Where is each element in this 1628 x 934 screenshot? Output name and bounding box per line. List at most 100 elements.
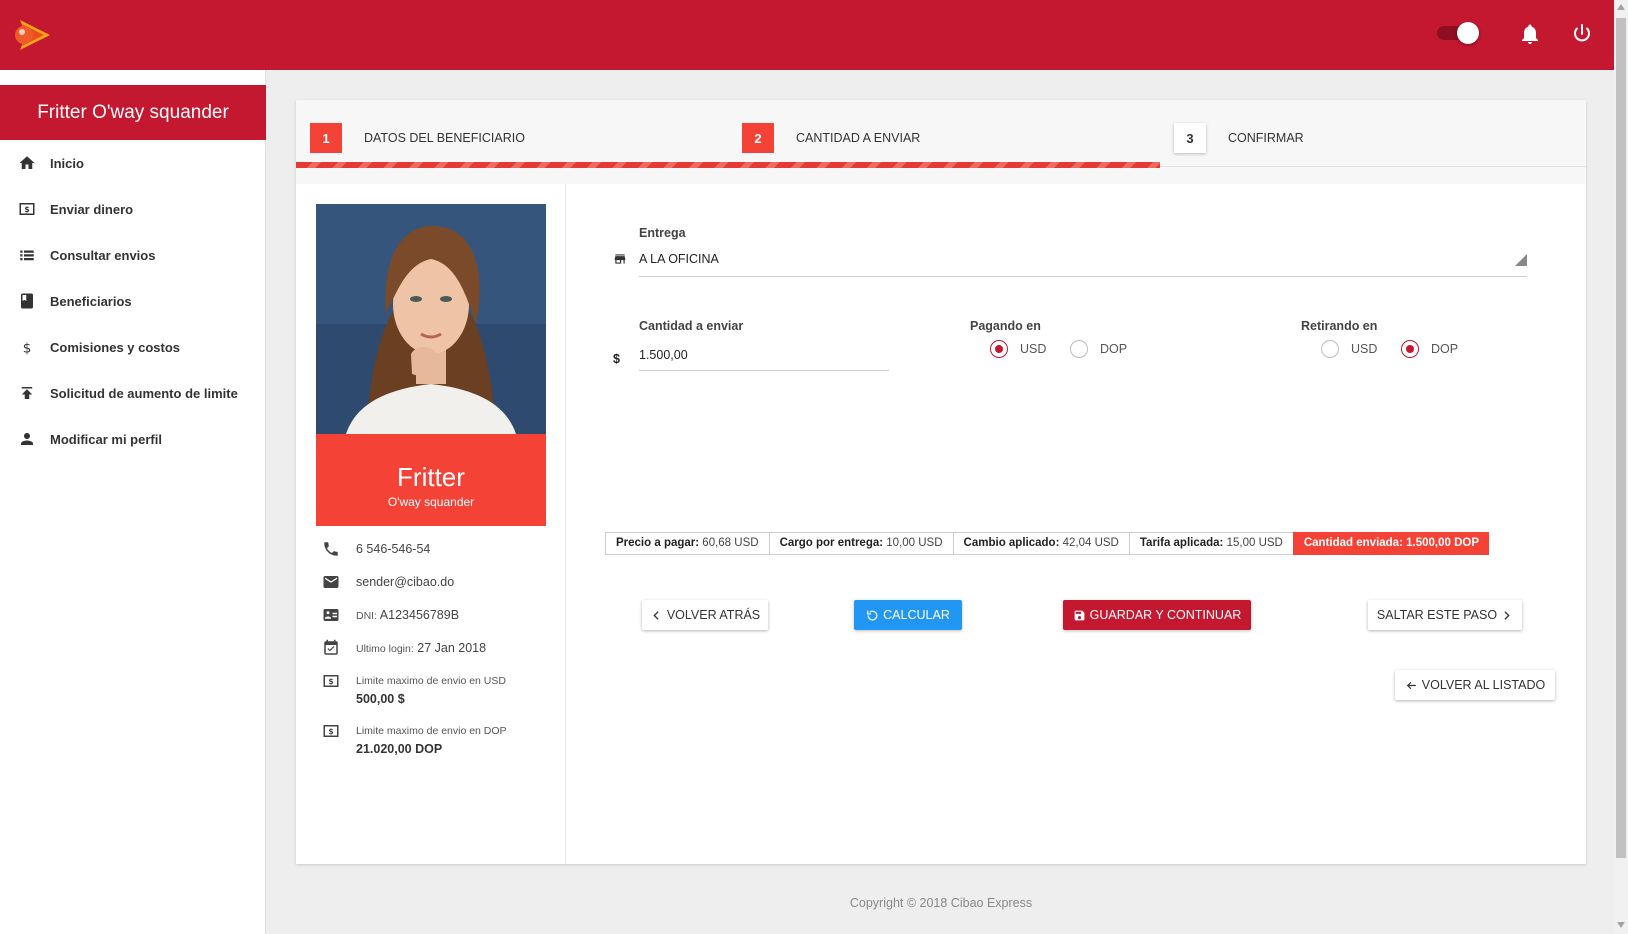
retirando-usd-label: USD: [1351, 342, 1378, 356]
entrega-label: Entrega: [639, 226, 686, 240]
toggle-switch[interactable]: [1437, 22, 1479, 44]
sidebar-item-label: Modificar mi perfil: [50, 431, 162, 447]
sidebar-item-label: Comisiones y costos: [50, 339, 181, 355]
upload-icon: [21, 387, 33, 399]
svg-text:$: $: [23, 340, 32, 356]
currency-symbol: $: [613, 352, 620, 366]
step-number: 2: [742, 123, 774, 153]
profile-last-login: Ultimo login: 27 Jan 2018: [322, 639, 486, 658]
back-to-list-button[interactable]: VOLVER AL LISTADO: [1395, 670, 1555, 700]
refresh-icon: [867, 610, 878, 620]
chevron-right-icon: [1504, 610, 1510, 620]
sidebar: Fritter O'way squander Inicio $ Enviar d…: [0, 70, 266, 934]
list-icon: [20, 250, 34, 261]
money-icon: $: [323, 675, 339, 687]
cantidad-underline: [639, 370, 889, 371]
cantidad-label: Cantidad a enviar: [639, 319, 744, 333]
profile-dni-label: DNI:: [356, 610, 377, 622]
page-scrollbar[interactable]: [1614, 0, 1628, 934]
profile-limit-dop-label: Limite maximo de envio en DOP: [356, 725, 507, 737]
sidebar-item-enviar-dinero[interactable]: $ Enviar dinero: [0, 186, 266, 232]
pagando-dop-radio[interactable]: [1070, 340, 1088, 358]
svg-text:$: $: [24, 205, 29, 214]
stepper-progress-track: [1160, 166, 1586, 167]
profile-email-value: sender@cibao.do: [356, 575, 455, 589]
chevron-left-icon: [653, 610, 659, 620]
sidebar-item-consultar-envios[interactable]: Consultar envios: [0, 232, 266, 278]
profile-limit-usd-value: 500,00 $: [356, 692, 405, 706]
retirando-dop-radio[interactable]: [1401, 340, 1419, 358]
skip-step-button[interactable]: SALTAR ESTE PASO: [1368, 600, 1522, 630]
profile-name-card: Fritter O'way squander: [316, 434, 546, 526]
sidebar-item-modificar-perfil[interactable]: Modificar mi perfil: [0, 416, 266, 462]
dollar-icon: $: [23, 340, 32, 356]
back-button[interactable]: VOLVER ATRÁS: [642, 600, 768, 630]
sidebar-nav: Inicio $ Enviar dinero Consultar envios …: [0, 140, 266, 462]
step-2[interactable]: 2 CANTIDAD A ENVIAR: [742, 123, 920, 153]
step-number: 3: [1174, 123, 1206, 153]
summary-cambio: Cambio aplicado: 42,04 USD: [952, 532, 1129, 555]
calculate-button[interactable]: CALCULAR: [854, 600, 962, 630]
profile-limit-usd: $ Limite maximo de envio en USD 500,00 $: [322, 672, 506, 708]
scrollbar-thumb[interactable]: [1616, 18, 1626, 858]
cantidad-input[interactable]: 1.500,00: [639, 342, 889, 368]
footer-copyright: Copyright © 2018 Cibao Express: [849, 896, 1033, 910]
step-1[interactable]: 1 DATOS DEL BENEFICIARIO: [310, 123, 525, 153]
power-icon[interactable]: [1570, 22, 1594, 46]
scroll-up-icon[interactable]: [1617, 4, 1625, 10]
book-icon: [21, 293, 33, 309]
entrega-underline: [639, 276, 1527, 277]
bell-icon[interactable]: [1518, 22, 1542, 46]
dropdown-triangle-icon: [1515, 254, 1527, 266]
summary-precio: Precio a pagar: 60,68 USD: [605, 532, 769, 555]
profile-first-name: Fritter: [397, 462, 465, 492]
scroll-down-icon[interactable]: [1617, 922, 1625, 928]
entrega-select[interactable]: A LA OFICINA: [639, 248, 1527, 272]
profile-column: Fritter O'way squander 6 546-546-54 send…: [296, 184, 566, 864]
save-continue-button[interactable]: GUARDAR Y CONTINUAR: [1063, 600, 1251, 630]
sidebar-item-label: Enviar dinero: [50, 201, 134, 217]
transfer-form: Entrega A LA OFICINA Cantidad a enviar $…: [566, 184, 1586, 864]
sidebar-item-label: Beneficiarios: [50, 293, 132, 309]
save-icon: [1074, 610, 1085, 620]
profile-last-login-label: Ultimo login:: [356, 643, 414, 655]
phone-icon: [324, 542, 338, 556]
profile-last-name: O'way squander: [387, 495, 475, 509]
pagando-usd-radio[interactable]: [990, 340, 1008, 358]
save-continue-button-label: GUARDAR Y CONTINUAR: [1089, 608, 1242, 622]
retirando-usd-radio[interactable]: [1321, 340, 1339, 358]
main-panel: 1 DATOS DEL BENEFICIARIO 2 CANTIDAD A EN…: [296, 100, 1586, 864]
sidebar-item-solicitud-limite[interactable]: Solicitud de aumento de limite: [0, 370, 266, 416]
entrega-select-value: A LA OFICINA: [639, 252, 719, 266]
profile-last-login-value: 27 Jan 2018: [417, 641, 487, 655]
sidebar-item-label: Inicio: [50, 155, 84, 171]
arrow-left-icon: [1406, 681, 1416, 689]
step-3[interactable]: 3 CONFIRMAR: [1174, 123, 1304, 153]
calendar-icon: [324, 639, 338, 655]
skip-step-button-label: SALTAR ESTE PASO: [1376, 608, 1498, 622]
profile-limit-dop: $ Limite maximo de envio en DOP 21.020,0…: [322, 722, 507, 758]
sidebar-item-inicio[interactable]: Inicio: [0, 140, 266, 186]
toggle-knob: [1457, 22, 1479, 44]
profile-limit-usd-label: Limite maximo de envio en USD: [356, 675, 506, 687]
svg-text:$: $: [328, 727, 333, 736]
profile-photo: [316, 204, 546, 434]
calculate-button-label: CALCULAR: [883, 608, 950, 622]
pagando-dop-label: DOP: [1100, 342, 1128, 356]
money-icon: $: [323, 725, 339, 737]
store-icon: [614, 254, 626, 264]
pagando-label: Pagando en: [970, 319, 1041, 333]
profile-dni-value: A123456789B: [379, 608, 460, 622]
sidebar-item-label: Solicitud de aumento de limite: [50, 385, 238, 401]
retirando-label: Retirando en: [1301, 319, 1378, 333]
stepper: 1 DATOS DEL BENEFICIARIO 2 CANTIDAD A EN…: [296, 100, 1586, 184]
logo-icon[interactable]: [12, 16, 52, 54]
sidebar-user-name: Fritter O'way squander: [0, 85, 266, 140]
summary-cantidad-enviada: Cantidad enviada: 1.500,00 DOP: [1292, 532, 1490, 555]
summary-tarifa: Tarifa aplicada: 15,00 USD: [1128, 532, 1293, 555]
sidebar-item-comisiones[interactable]: $ Comisiones y costos: [0, 324, 266, 370]
profile-phone-value: 6 546-546-54: [356, 542, 431, 556]
back-to-list-button-label: VOLVER AL LISTADO: [1421, 678, 1546, 692]
sidebar-item-beneficiarios[interactable]: Beneficiarios: [0, 278, 266, 324]
summary-bar: Precio a pagar: 60,68 USD Cargo por entr…: [605, 532, 1490, 555]
